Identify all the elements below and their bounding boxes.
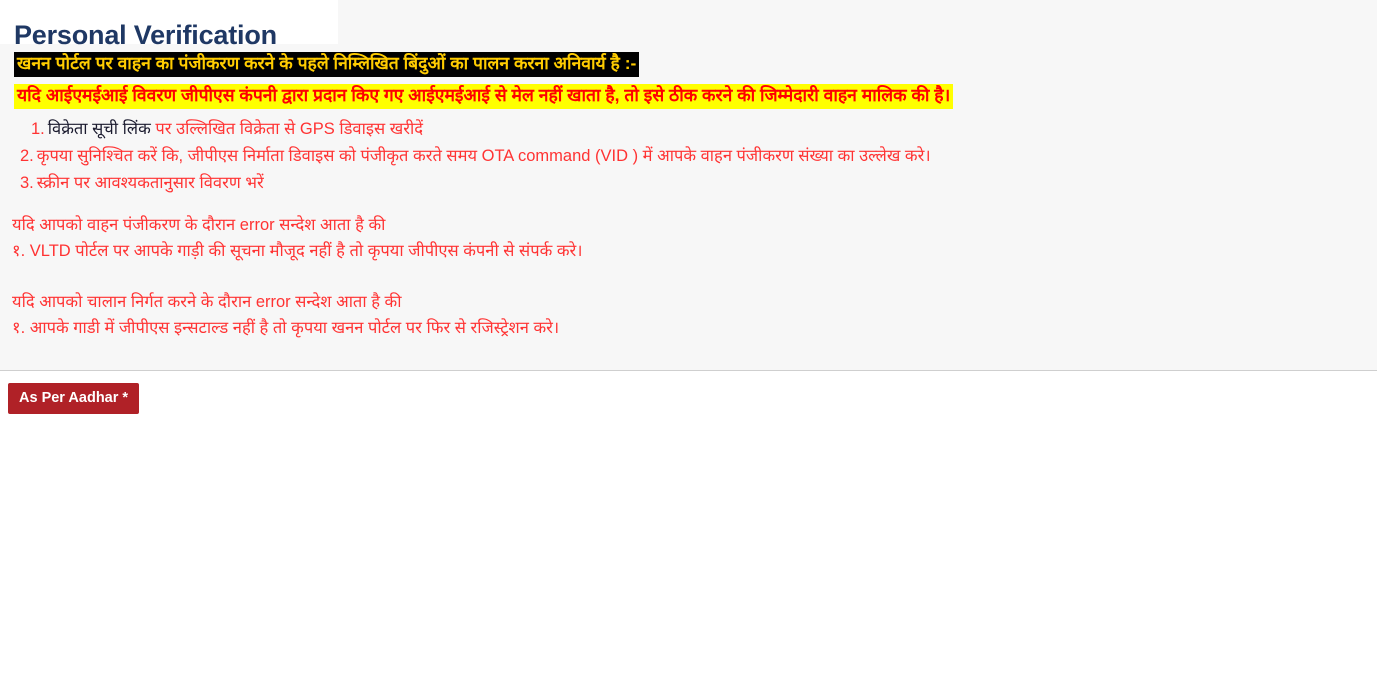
personal-verification-page: Personal Verification खनन पोर्टल पर वाहन… xyxy=(0,0,1377,691)
list-item-number: 1. xyxy=(31,120,45,138)
error-help-block-challan: यदि आपको चालान निर्गत करने के दौरान erro… xyxy=(12,289,559,341)
list-item: 2. कृपया सुनिश्चित करें कि, जीपीएस निर्मा… xyxy=(14,143,1354,170)
list-item: 1. विक्रेता सूची लिंक पर उल्लिखित विक्रेत… xyxy=(14,116,1354,143)
vendor-list-link[interactable]: विक्रेता सूची लिंक xyxy=(48,120,151,138)
instructions-panel: Personal Verification खनन पोर्टल पर वाहन… xyxy=(0,0,1377,371)
error-help-heading: यदि आपको चालान निर्गत करने के दौरान erro… xyxy=(12,293,402,311)
error-help-item: १. आपके गाडी में जीपीएस इन्सटाल्ड नहीं ह… xyxy=(12,319,560,337)
page-title: Personal Verification xyxy=(14,20,277,51)
list-item-text: स्क्रीन पर आवश्यकतानुसार विवरण भरें xyxy=(36,174,264,192)
verification-form: As Per Aadhar * Aadhaar Number * Owner N… xyxy=(0,371,1377,691)
notice-headline-primary: खनन पोर्टल पर वाहन का पंजीकरण करने के पह… xyxy=(14,52,640,78)
list-item-text: पर उल्लिखित विक्रेता से GPS डिवाइस खरीदे… xyxy=(150,120,423,138)
error-help-block-registration: यदि आपको वाहन पंजीकरण के दौरान error सन्… xyxy=(12,212,583,264)
instruction-list: 1. विक्रेता सूची लिंक पर उल्लिखित विक्रेत… xyxy=(14,116,1354,197)
section-badge-as-per-aadhar: As Per Aadhar * xyxy=(8,383,140,414)
list-item-number: 3. xyxy=(20,174,34,192)
notice-headline-warning: यदि आईएमईआई विवरण जीपीएस कंपनी द्वारा प्… xyxy=(14,84,954,110)
error-help-item: १. VLTD पोर्टल पर आपके गाड़ी की सूचना मौ… xyxy=(12,242,583,260)
list-item-number: 2. xyxy=(20,147,34,165)
list-item-text: कृपया सुनिश्चित करें कि, जीपीएस निर्माता… xyxy=(36,147,931,165)
list-item: 3. स्क्रीन पर आवश्यकतानुसार विवरण भरें xyxy=(14,170,1354,197)
error-help-heading: यदि आपको वाहन पंजीकरण के दौरान error सन्… xyxy=(12,216,386,234)
